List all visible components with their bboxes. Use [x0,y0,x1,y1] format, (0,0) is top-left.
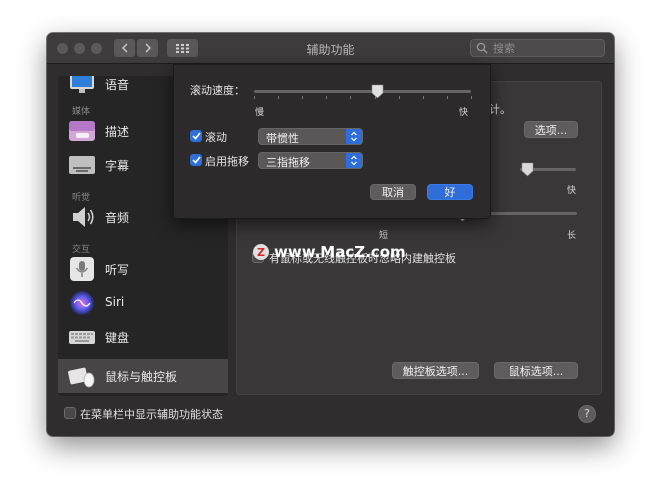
sidebar-item-label: 鼠标与触控板 [105,370,178,384]
sidebar-item-label: 音频 [105,211,130,225]
title-bar: 辅助功能 搜索 [47,33,614,64]
show-status-in-menubar-label: 在菜单栏中显示辅助功能状态 [80,408,223,421]
dragging-style-popup[interactable]: 三指拖移 [258,152,363,169]
scroll-speed-slider-knob[interactable] [371,84,384,99]
help-button[interactable]: ? [578,405,596,423]
slider-tick [326,96,328,99]
display-icon [70,76,94,93]
up-down-chevron-icon [351,131,357,142]
scroll-checkbox[interactable] [190,130,202,142]
slider1-fast-label: 快 [567,186,577,196]
scroll-inertia-popup[interactable]: 带惯性 [258,128,363,145]
search-field[interactable]: 搜索 [470,39,605,57]
partial-description-text: 计。 [489,103,511,116]
search-icon [476,42,488,54]
sidebar-item-label: 语音 [105,78,130,92]
enable-dragging-label: 启用拖移 [205,155,249,168]
sidebar-item-label: 字幕 [105,159,130,173]
watermark: Z www.MacZ.com [253,242,406,262]
scroll-inertia-popup-value: 带惯性 [266,132,299,145]
slider-tick [446,96,448,99]
scroll-checkbox-label: 滚动 [205,131,227,144]
trackpad-options-button[interactable]: 触控板选项... [392,362,479,379]
sidebar-item-mouse-trackpad[interactable]: 鼠标与触控板 [58,359,228,393]
sidebar-item-label: 听写 [105,263,130,277]
search-placeholder: 搜索 [493,42,515,55]
watermark-logo-icon: Z [253,244,269,260]
slider-tick [422,96,424,99]
up-down-chevron-icon [351,155,357,166]
keyboard-icon [69,331,95,344]
scroll-speed-fast-label: 快 [459,108,469,118]
scroll-speed-slow-label: 慢 [255,108,265,118]
sidebar-item-siri[interactable]: Siri [58,286,228,320]
description-icon [69,121,95,141]
slider-tick [471,96,472,99]
options-button[interactable]: 选项... [524,121,578,138]
sidebar-item-label: 描述 [105,125,130,139]
sidebar-item-keyboard[interactable]: 键盘 [58,320,228,354]
slider-tick [278,96,280,99]
trackpad-options-sheet: 滚动速度： 慢 快 滚动 带惯性 启用拖移 三指拖移 取消 好 [173,64,491,219]
popup-arrows [346,153,362,168]
scroll-speed-slider-track[interactable] [254,90,471,93]
sidebar-item-dictation[interactable]: 听写 [58,252,228,286]
captions-icon [69,156,95,174]
checkmark-icon [191,156,201,164]
scroll-speed-label: 滚动速度： [190,84,245,97]
slider2-long-label: 长 [567,231,577,241]
sidebar-item-label: 键盘 [105,331,130,345]
mouse-trackpad-icon [68,367,95,388]
microphone-icon [70,257,94,281]
show-status-in-menubar-checkbox[interactable] [64,407,76,419]
checkmark-icon [191,132,201,140]
mouse-options-button[interactable]: 鼠标选项... [494,362,578,379]
enable-dragging-checkbox[interactable] [190,154,202,166]
slider-tick [398,96,400,99]
watermark-text: www.MacZ.com [274,243,406,261]
siri-icon [70,291,94,315]
dragging-style-popup-value: 三指拖移 [266,156,310,169]
ok-button[interactable]: 好 [427,184,473,200]
slider-tick [350,96,352,99]
slider2-short-label: 短 [379,231,389,241]
slider-tick [302,96,304,99]
double-click-speed-slider-knob[interactable] [521,162,534,177]
speaker-icon [73,207,94,227]
sidebar-item-label: Siri [105,295,125,309]
popup-arrows [346,129,362,144]
cancel-button[interactable]: 取消 [370,184,416,200]
slider-tick [254,96,255,99]
